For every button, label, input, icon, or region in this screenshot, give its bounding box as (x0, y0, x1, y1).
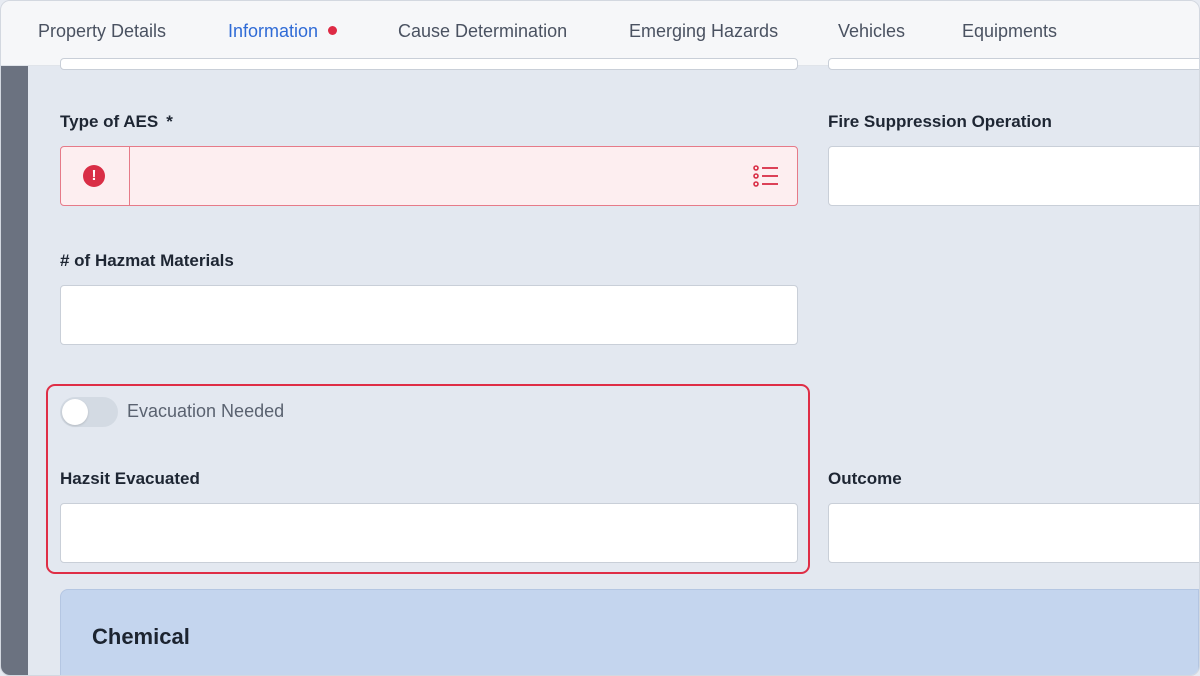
fire-suppression-operation-input[interactable] (828, 146, 1199, 206)
form-content: Type of AES * ! Fire Suppression Operatio… (28, 58, 1199, 675)
evacuation-needed-toggle[interactable] (60, 397, 118, 427)
toggle-knob (62, 399, 88, 425)
required-asterisk: * (166, 112, 173, 131)
hazsit-evacuated-label: Hazsit Evacuated (60, 469, 200, 488)
outcome-input[interactable] (828, 503, 1199, 563)
previous-field-input[interactable] (60, 58, 798, 70)
type-of-aes-select[interactable]: ! (60, 146, 798, 206)
tab-information[interactable]: Information (217, 1, 350, 65)
evacuation-needed-label: Evacuation Needed (127, 401, 285, 421)
tab-equipments[interactable]: Equipments (962, 1, 1057, 63)
hazmat-materials-input[interactable] (60, 285, 798, 345)
tab-property-details[interactable]: Property Details (38, 1, 166, 63)
section-title: Chemical (92, 624, 190, 649)
fire-suppression-operation-label: Fire Suppression Operation (828, 112, 1052, 131)
tab-emerging-hazards[interactable]: Emerging Hazards (629, 1, 778, 63)
app-window: Property Details Information Cause Deter… (0, 0, 1200, 676)
hazmat-materials-label: # of Hazmat Materials (60, 251, 234, 270)
type-of-aes-label-text: Type of AES (60, 112, 159, 131)
left-sidebar-strip (1, 66, 28, 675)
chemical-section: Chemical (60, 589, 1199, 675)
error-exclamation-icon: ! (83, 165, 105, 187)
previous-field-input[interactable] (828, 58, 1199, 70)
tab-label: Equipments (962, 21, 1058, 41)
tab-label: Emerging Hazards (629, 21, 779, 41)
tab-label: Vehicles (838, 21, 906, 41)
type-of-aes-label: Type of AES * (60, 112, 173, 132)
error-dot-icon (328, 26, 338, 35)
tab-vehicles[interactable]: Vehicles (838, 1, 905, 63)
hazsit-evacuated-input[interactable] (60, 503, 798, 563)
tab-label: Information (228, 21, 319, 41)
outcome-label: Outcome (828, 469, 902, 488)
error-indicator: ! (61, 147, 130, 205)
tab-label: Property Details (38, 21, 167, 41)
tab-label: Cause Determination (398, 21, 568, 41)
list-icon[interactable] (753, 165, 779, 187)
tab-bar: Property Details Information Cause Deter… (1, 1, 1199, 66)
tab-cause-determination[interactable]: Cause Determination (398, 1, 567, 63)
